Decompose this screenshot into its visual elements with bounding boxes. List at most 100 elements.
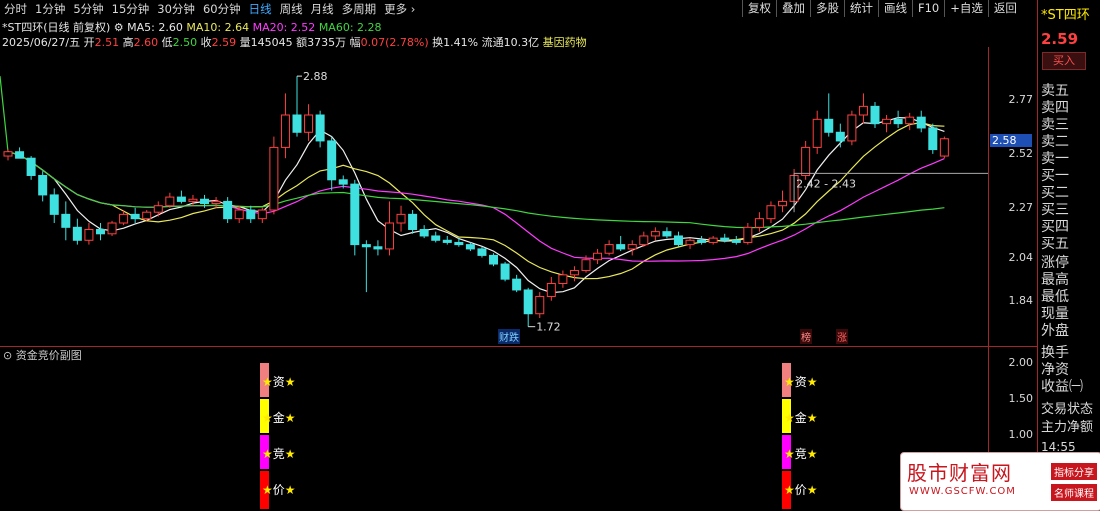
buy-button[interactable]: 买入 [1042, 52, 1086, 70]
candle[interactable] [593, 248, 603, 265]
tab-6[interactable]: 日线 [245, 1, 276, 17]
candle[interactable] [257, 207, 267, 223]
candle[interactable] [604, 240, 614, 256]
candle-body [72, 226, 82, 241]
candle[interactable] [916, 110, 926, 133]
toolbar-button-5[interactable]: F10 [912, 0, 944, 17]
toolbar-button-3[interactable]: 统计 [844, 0, 878, 17]
tab-4[interactable]: 30分钟 [153, 1, 199, 17]
candle[interactable] [373, 240, 383, 256]
candle[interactable] [535, 292, 545, 319]
candle[interactable] [61, 201, 71, 241]
toolbar-button-7[interactable]: 返回 [987, 0, 1022, 17]
candle[interactable] [523, 287, 533, 327]
candle[interactable] [858, 93, 868, 124]
marker-caidie[interactable]: 财跌 [498, 329, 520, 344]
candle[interactable] [685, 238, 695, 249]
candle[interactable] [3, 149, 13, 161]
candle[interactable] [627, 240, 637, 256]
candle[interactable] [246, 205, 256, 223]
tab-9[interactable]: 多周期 [338, 1, 381, 17]
candle[interactable] [38, 171, 48, 202]
candle[interactable] [546, 277, 556, 301]
candle[interactable] [662, 227, 672, 239]
stock-title[interactable]: *ST四环(日线 前复权) [2, 21, 110, 34]
candle[interactable] [280, 93, 290, 159]
candle[interactable] [939, 136, 949, 159]
candle[interactable] [512, 274, 522, 293]
tab-5[interactable]: 60分钟 [199, 1, 245, 17]
candle[interactable] [315, 110, 325, 148]
tab-3[interactable]: 15分钟 [108, 1, 154, 17]
candle[interactable] [673, 231, 683, 247]
candle[interactable] [223, 197, 233, 223]
tab-0[interactable]: 分时 [0, 1, 31, 17]
settings-icon[interactable]: ⚙ [114, 21, 124, 34]
candle[interactable] [650, 227, 660, 241]
candle[interactable] [361, 240, 371, 293]
tab-10[interactable]: 更多 › [380, 1, 419, 17]
candle[interactable] [327, 136, 337, 191]
toolbar-button-2[interactable]: 多股 [810, 0, 844, 17]
candle[interactable] [350, 179, 360, 256]
candle[interactable] [292, 76, 302, 137]
candle[interactable] [408, 210, 418, 234]
candle-body [61, 213, 71, 228]
marker-bang[interactable]: 榜 [800, 329, 812, 344]
candle[interactable] [754, 212, 764, 232]
candle[interactable] [384, 201, 394, 256]
candle[interactable] [176, 190, 186, 204]
kline-chart[interactable]: 2.88 1.72 2.42 - 2.43 [0, 47, 988, 347]
candle[interactable] [928, 123, 938, 154]
tab-7[interactable]: 周线 [276, 1, 307, 17]
toolbar-button-1[interactable]: 叠加 [776, 0, 810, 17]
candle[interactable] [708, 235, 718, 245]
candle[interactable] [778, 190, 788, 213]
candle[interactable] [26, 156, 36, 180]
candle[interactable] [697, 235, 707, 245]
candle[interactable] [153, 201, 163, 217]
candle[interactable] [165, 192, 175, 208]
tab-8[interactable]: 月线 [307, 1, 338, 17]
candle[interactable] [639, 231, 649, 247]
candle[interactable] [477, 246, 487, 258]
candle[interactable] [211, 197, 221, 208]
candle[interactable] [84, 223, 94, 245]
candle[interactable] [396, 205, 406, 232]
candle[interactable] [49, 188, 59, 223]
candle[interactable] [107, 220, 117, 236]
candle[interactable] [558, 270, 568, 288]
candle[interactable] [95, 223, 105, 241]
toolbar-button-6[interactable]: +自选 [944, 0, 988, 17]
candle[interactable] [489, 253, 499, 267]
tab-2[interactable]: 5分钟 [69, 1, 107, 17]
candle[interactable] [743, 223, 753, 245]
candle[interactable] [304, 104, 314, 141]
tab-1[interactable]: 1分钟 [31, 1, 69, 17]
candle[interactable] [812, 110, 822, 154]
candle[interactable] [500, 261, 510, 282]
candle[interactable] [905, 112, 915, 131]
candle[interactable] [72, 218, 82, 245]
candle[interactable] [731, 235, 741, 245]
toolbar-button-0[interactable]: 复权 [742, 0, 776, 17]
candle[interactable] [442, 235, 452, 245]
candle[interactable] [431, 231, 441, 243]
toolbar-button-4[interactable]: 画线 [878, 0, 912, 17]
candle[interactable] [766, 201, 776, 223]
candle[interactable] [569, 266, 579, 282]
candle[interactable] [419, 225, 429, 239]
candle[interactable] [882, 115, 892, 133]
candle[interactable] [130, 207, 140, 223]
candle[interactable] [824, 93, 834, 137]
candle[interactable] [835, 123, 845, 148]
marker-zhang[interactable]: 涨 [836, 329, 848, 344]
candle[interactable] [269, 136, 279, 215]
candle[interactable] [15, 147, 25, 159]
candle[interactable] [870, 102, 880, 128]
candle[interactable] [893, 110, 903, 128]
candle[interactable] [847, 110, 857, 146]
candle[interactable] [616, 235, 626, 252]
star-icon: ★ [284, 447, 296, 461]
candle[interactable] [801, 140, 811, 180]
